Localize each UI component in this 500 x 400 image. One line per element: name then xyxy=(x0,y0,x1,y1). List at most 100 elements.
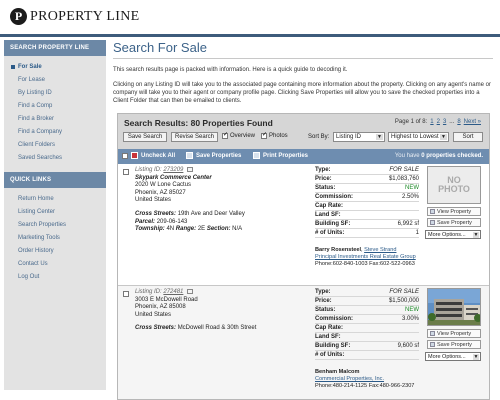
fact-units: # of Units: 1 xyxy=(315,230,419,238)
agent-2-name[interactable]: Steve Strand xyxy=(364,247,396,253)
results-title: Search Results: 80 Properties Found xyxy=(124,118,273,128)
listing-checkbox[interactable] xyxy=(123,291,129,297)
pager-next[interactable]: Next » xyxy=(464,119,481,125)
save-property-button[interactable]: Save Property xyxy=(427,340,481,349)
pager-label: Page 1 of 8: xyxy=(394,119,428,125)
property-country: United States xyxy=(135,311,172,318)
more-options-select[interactable]: More Options... ▼ xyxy=(425,230,481,239)
view-property-button[interactable]: View Property xyxy=(427,207,481,216)
brand-name: PROPERTY LINE xyxy=(30,8,140,24)
property-photo[interactable]: NO PHOTO xyxy=(427,166,481,204)
expand-icon[interactable] xyxy=(187,167,194,172)
listing-checkbox[interactable] xyxy=(123,169,129,175)
agent-firm[interactable]: Principal Investments Real Estate Group xyxy=(315,254,419,261)
overview-toggle[interactable]: Overview xyxy=(222,131,256,139)
quick-link-log-out[interactable]: Log Out xyxy=(4,270,106,283)
cross-streets-label: Cross Streets: xyxy=(135,211,177,218)
sort-field-value: Listing ID xyxy=(336,134,362,140)
property-city: Phoenix, AZ 85027 xyxy=(135,189,186,196)
photos-toggle[interactable]: Photos xyxy=(261,131,288,139)
sidebar-item-find-comp[interactable]: Find a Comp xyxy=(4,99,106,112)
chevron-down-icon: ▼ xyxy=(473,232,479,238)
township-label: Township: xyxy=(135,226,165,233)
results-header: Search Results: 80 Properties Found Page… xyxy=(118,114,489,164)
overview-checkbox[interactable] xyxy=(222,131,228,139)
property-photo[interactable] xyxy=(427,288,481,326)
sort-button[interactable]: Sort xyxy=(453,132,483,142)
select-all-checkbox[interactable] xyxy=(122,152,128,159)
logo-icon: P xyxy=(10,8,27,25)
listing-id-label: Listing ID: xyxy=(135,167,162,174)
property-facts: Type: FOR SALE Price: $1,500,000 Status: NE… xyxy=(315,288,419,360)
pager-page-3[interactable]: 3 xyxy=(443,119,446,125)
save-property-label: Save Property xyxy=(437,219,472,226)
print-properties-label: Print Properties xyxy=(263,152,309,159)
save-search-button[interactable]: Save Search xyxy=(123,132,167,142)
checked-prefix: You have xyxy=(394,153,420,159)
main-content: Search For Sale This search results page… xyxy=(113,40,493,112)
overview-label: Overview xyxy=(230,133,256,139)
intro-text: This search results page is packed with … xyxy=(113,67,348,73)
fact-type: Type: FOR SALE xyxy=(315,289,419,297)
parcel-label: Parcel: xyxy=(135,218,156,225)
fact-building-sf: Building SF: 9,600 sf xyxy=(315,343,419,351)
save-property-button[interactable]: Save Property xyxy=(427,218,481,227)
uncheck-icon xyxy=(131,152,138,159)
pager-page-8[interactable]: 8 xyxy=(457,119,460,125)
quick-link-search-properties[interactable]: Search Properties xyxy=(4,218,106,231)
quick-link-contact-us[interactable]: Contact Us xyxy=(4,257,106,270)
building-photo-image xyxy=(428,289,480,325)
checked-count-message: You have 0 properties checked. xyxy=(395,153,483,159)
logo[interactable]: P PROPERTY LINE xyxy=(10,8,140,25)
fact-commission: Commission: 3.00% xyxy=(315,316,419,324)
listing-id-link[interactable]: 273209 xyxy=(163,167,183,173)
sidebar-item-client-folders[interactable]: Client Folders xyxy=(4,138,106,151)
fact-type: Type: FOR SALE xyxy=(315,167,419,175)
fact-units: # of Units: xyxy=(315,351,419,360)
no-photo-text-2: PHOTO xyxy=(438,184,470,194)
uncheck-all-label: Uncheck All xyxy=(141,152,176,159)
save-properties-button[interactable]: Save Properties xyxy=(186,152,241,159)
property-address: 2020 W Lone Cactus xyxy=(135,182,192,189)
range-label: Range: xyxy=(175,226,197,233)
quick-link-marketing-tools[interactable]: Marketing Tools xyxy=(4,231,106,244)
more-options-select[interactable]: More Options... ▼ xyxy=(425,352,481,361)
print-properties-button[interactable]: Print Properties xyxy=(253,152,308,159)
fact-building-sf: Building SF: 6,992 sf xyxy=(315,221,419,229)
listing-details: Listing ID: 272481 3003 E McDowell Road … xyxy=(135,289,315,333)
township-value: 4N xyxy=(166,226,175,233)
save-property-label: Save Property xyxy=(437,341,472,348)
sidebar-item-saved-searches[interactable]: Saved Searches xyxy=(4,151,106,164)
sidebar-item-find-broker[interactable]: Find a Broker xyxy=(4,112,106,125)
listing-id-link[interactable]: 272481 xyxy=(163,289,183,295)
photos-checkbox[interactable] xyxy=(261,131,267,139)
sidebar-item-for-lease[interactable]: For Lease xyxy=(4,73,106,86)
view-property-button[interactable]: View Property xyxy=(427,329,481,338)
sidebar-item-find-company[interactable]: Find a Company xyxy=(4,125,106,138)
property-country: United States xyxy=(135,197,172,204)
photos-label: Photos xyxy=(269,133,288,139)
fact-cap-rate: Cap Rate: xyxy=(315,202,419,211)
revise-search-button[interactable]: Revise Search xyxy=(171,132,218,142)
agent-name[interactable]: Benham Malcom xyxy=(315,369,359,375)
expand-icon[interactable] xyxy=(187,289,194,294)
sidebar-item-for-sale[interactable]: For Sale xyxy=(4,60,106,73)
sidebar-item-by-listing-id[interactable]: By Listing ID xyxy=(4,86,106,99)
pager-page-1[interactable]: 1 xyxy=(430,119,433,125)
listing-details: Listing ID: 273209 Skypark Commerce Cent… xyxy=(135,167,315,234)
quick-link-return-home[interactable]: Return Home xyxy=(4,192,106,205)
agent-firm[interactable]: Commercial Properties, Inc. xyxy=(315,376,419,383)
uncheck-all-button[interactable]: Uncheck All xyxy=(122,152,175,159)
cross-streets-label: Cross Streets: xyxy=(135,325,177,332)
print-icon xyxy=(253,152,260,159)
pager-page-2[interactable]: 2 xyxy=(437,119,440,125)
sort-field-select[interactable]: Listing ID ▼ xyxy=(333,132,385,142)
agent-info: Benham Malcom Commercial Properties, Inc… xyxy=(315,369,419,390)
quick-link-listing-center[interactable]: Listing Center xyxy=(4,205,106,218)
sort-order-select[interactable]: Highest to Lowest ▼ xyxy=(388,132,449,142)
agent-name[interactable]: Barry Rosensteel xyxy=(315,247,361,253)
agent-info: Barry Rosensteel, Steve Strand Principal… xyxy=(315,247,419,268)
property-name: Skypark Commerce Center xyxy=(135,174,212,181)
quick-link-order-history[interactable]: Order History xyxy=(4,244,106,257)
title-divider xyxy=(113,58,493,59)
